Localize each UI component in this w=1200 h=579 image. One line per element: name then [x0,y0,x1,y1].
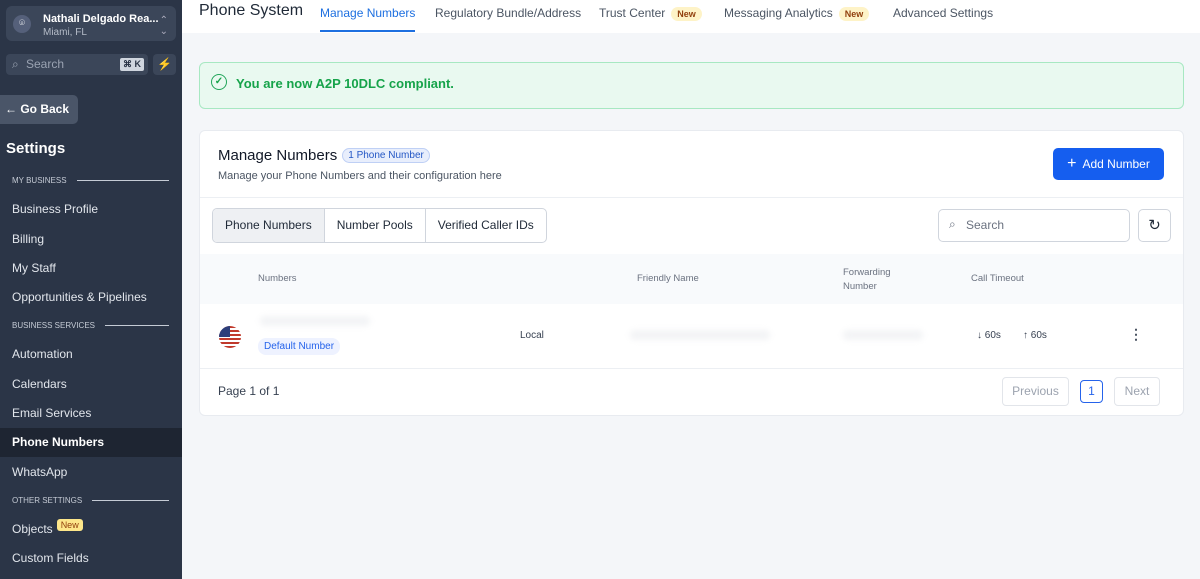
new-badge: New [671,7,702,21]
us-flag-icon [219,326,241,348]
blurred-number [260,316,370,326]
shortcut-badge: ⌘ K [120,58,144,71]
table-header: Numbers Friendly Name Forwarding Number … [200,254,1183,304]
bolt-icon[interactable]: ⚡ [153,54,176,75]
refresh-icon[interactable]: ↻ [1138,209,1171,242]
default-number-badge: Default Number [258,338,341,355]
location-icon: ⌾ [13,15,31,33]
add-label: Add Number [1082,157,1150,171]
tab-manage-numbers[interactable]: Manage Numbers [320,6,416,32]
objects-label: Objects [12,522,53,536]
sidebar-item-custom-fields[interactable]: Custom Fields [12,551,89,565]
settings-title: Settings [6,140,66,157]
number-type: Local [520,330,544,341]
sidebar-item-billing[interactable]: Billing [12,232,44,246]
sidebar-item-objects[interactable]: Objects New [12,519,83,536]
chevron-updown-icon: ⌃ ⌄ [159,15,168,37]
search-icon: ⌕ [12,57,19,71]
tab-trust-center[interactable]: Trust Center New [599,6,702,21]
tab-label: Messaging Analytics [724,6,833,20]
sidebar-item-phone-numbers[interactable]: Phone Numbers [0,428,182,457]
tab-phone-numbers[interactable]: Phone Numbers [213,209,325,242]
more-options-icon[interactable]: ⋮ [1129,326,1143,343]
page-title: Phone System [199,2,304,19]
tab-verified-caller-ids[interactable]: Verified Caller IDs [426,209,546,242]
search-icon: ⌕ [949,217,956,231]
inbound-timeout: ↓ 60s [977,330,1001,341]
table-row[interactable]: Default Number Local ↓ 60s ↑ 60s ⋮ [200,304,1183,368]
plus-icon: + [1067,155,1077,172]
check-circle-icon: ✓ [211,74,227,90]
blurred-friendly-name [630,330,770,340]
new-badge: New [56,519,83,531]
manage-numbers-card: Manage Numbers 1 Phone Number Manage your… [199,130,1184,416]
outbound-timeout: ↑ 60s [1023,330,1047,341]
divider [200,368,1183,369]
col-numbers: Numbers [258,273,297,284]
section-other-settings: OTHER SETTINGS [12,496,169,505]
account-switcher[interactable]: ⌾ Nathali Delgado Rea... Miami, FL ⌃ ⌄ [6,6,176,41]
card-subtitle: Manage your Phone Numbers and their conf… [218,170,502,182]
count-badge: 1 Phone Number [342,148,430,163]
col-call-timeout: Call Timeout [971,273,1024,284]
previous-button[interactable]: Previous [1002,377,1069,406]
numbers-search-input[interactable]: ⌕ Search [938,209,1130,242]
tab-advanced-settings[interactable]: Advanced Settings [893,6,993,20]
add-number-button[interactable]: + Add Number [1053,148,1164,180]
number-type-tabs: Phone Numbers Number Pools Verified Call… [212,208,547,243]
new-badge: New [838,7,870,21]
page-1-button[interactable]: 1 [1080,380,1103,403]
search-placeholder: Search [26,57,65,71]
sidebar-item-email-services[interactable]: Email Services [12,406,91,420]
col-friendly-name: Friendly Name [637,273,699,284]
tab-number-pools[interactable]: Number Pools [325,209,426,242]
blurred-forwarding-number [843,330,923,340]
section-my-business: MY BUSINESS [12,176,169,185]
sidebar-item-business-profile[interactable]: Business Profile [12,202,98,216]
tab-regulatory-bundle[interactable]: Regulatory Bundle/Address [435,6,581,20]
sidebar-item-my-staff[interactable]: My Staff [12,261,56,275]
section-business-services: BUSINESS SERVICES [12,321,169,330]
sidebar-search[interactable]: ⌕ Search ⌘ K [6,54,148,75]
top-nav: Phone System Manage Numbers Regulatory B… [182,0,1200,33]
sidebar-item-automation[interactable]: Automation [12,347,73,361]
card-title: Manage Numbers 1 Phone Number [218,147,430,164]
divider [200,197,1183,198]
sidebar-item-calendars[interactable]: Calendars [12,377,67,391]
banner-text: You are now A2P 10DLC compliant. [236,76,454,91]
tab-label: Trust Center [599,6,666,20]
compliance-banner: ✓ You are now A2P 10DLC compliant. [199,62,1184,109]
sidebar-item-opportunities[interactable]: Opportunities & Pipelines [12,290,147,304]
account-location: Miami, FL [43,27,87,38]
tab-messaging-analytics[interactable]: Messaging Analytics New [724,6,870,21]
title-text: Manage Numbers [218,147,338,164]
page-indicator: Page 1 of 1 [218,384,280,398]
next-button[interactable]: Next [1114,377,1160,406]
search-placeholder: Search [966,218,1005,232]
sidebar: ⌾ Nathali Delgado Rea... Miami, FL ⌃ ⌄ ⌕ … [0,0,182,579]
go-back-button[interactable]: ← Go Back [0,95,78,124]
sidebar-item-whatsapp[interactable]: WhatsApp [12,465,67,479]
account-name: Nathali Delgado Rea... [43,13,159,25]
col-forwarding-number: Forwarding Number [843,267,891,292]
